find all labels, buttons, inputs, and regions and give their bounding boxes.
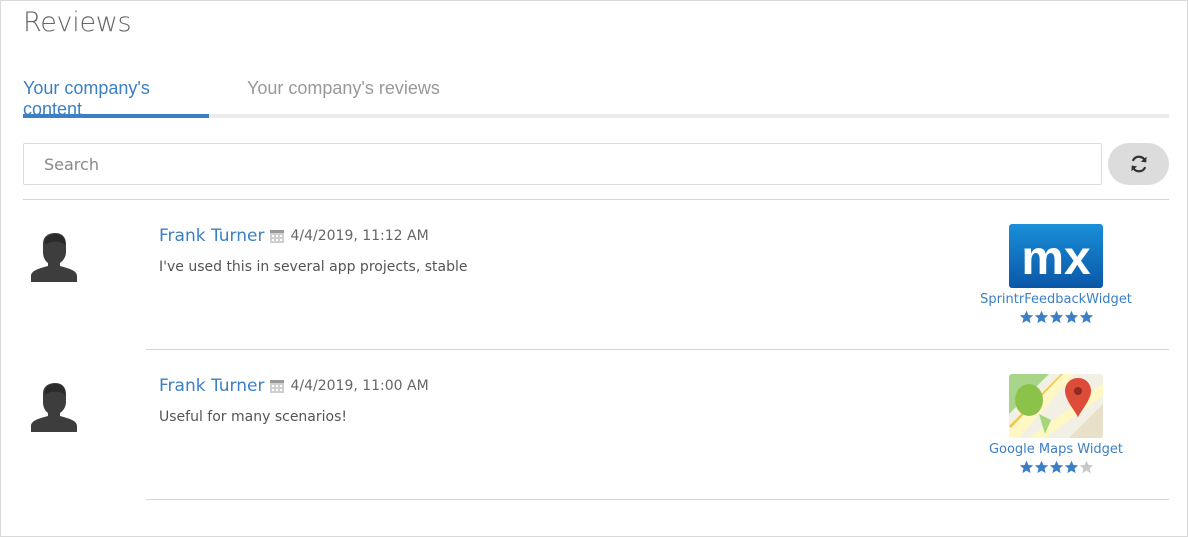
review-header: Frank Turner 4/4/2019, 11:00 AM [159,376,429,396]
refresh-icon [1130,155,1147,173]
tab-company-reviews[interactable]: Your company's reviews [247,71,447,118]
review-date: 4/4/2019, 11:00 AM [290,378,429,394]
star-icon [1019,460,1033,474]
star-icon [1019,310,1033,324]
widget-info: mx SprintrFeedbackWidget [971,224,1141,326]
review-date: 4/4/2019, 11:12 AM [290,228,429,244]
mx-logo-text: mx [1021,232,1091,285]
star-icon [1064,310,1078,324]
reviews-panel: Reviews Your company's content Your comp… [0,0,1188,537]
star-rating [971,310,1141,326]
review-text: Useful for many scenarios! [159,409,347,425]
google-maps-logo[interactable] [1009,374,1103,438]
star-empty-icon [1079,460,1093,474]
user-avatar-icon [31,383,77,432]
search-input[interactable] [23,143,1102,185]
review-item: Frank Turner 4/4/2019, 11:12 AM I've use… [23,200,1169,350]
star-icon [1049,310,1063,324]
row-divider [146,499,1169,500]
mx-logo[interactable]: mx [1009,224,1103,288]
author-link[interactable]: Frank Turner [159,376,264,396]
star-icon [1034,310,1048,324]
review-item: Frank Turner 4/4/2019, 11:00 AM Useful f… [23,350,1169,500]
review-header: Frank Turner 4/4/2019, 11:12 AM [159,226,429,246]
author-link[interactable]: Frank Turner [159,226,264,246]
widget-link[interactable]: Google Maps Widget [971,442,1141,458]
calendar-icon [270,230,285,243]
refresh-button[interactable] [1108,143,1169,185]
user-avatar-icon [31,233,77,282]
widget-info: Google Maps Widget [971,374,1141,476]
star-icon [1049,460,1063,474]
star-icon [1034,460,1048,474]
review-text: I've used this in several app projects, … [159,259,468,275]
tab-bar: Your company's content Your company's re… [23,71,1169,119]
widget-link[interactable]: SprintrFeedbackWidget [971,292,1141,308]
star-rating [971,460,1141,476]
star-icon [1064,460,1078,474]
calendar-icon [270,380,285,393]
page-title: Reviews [23,7,132,38]
tab-company-content[interactable]: Your company's content [23,71,209,119]
star-icon [1079,310,1093,324]
